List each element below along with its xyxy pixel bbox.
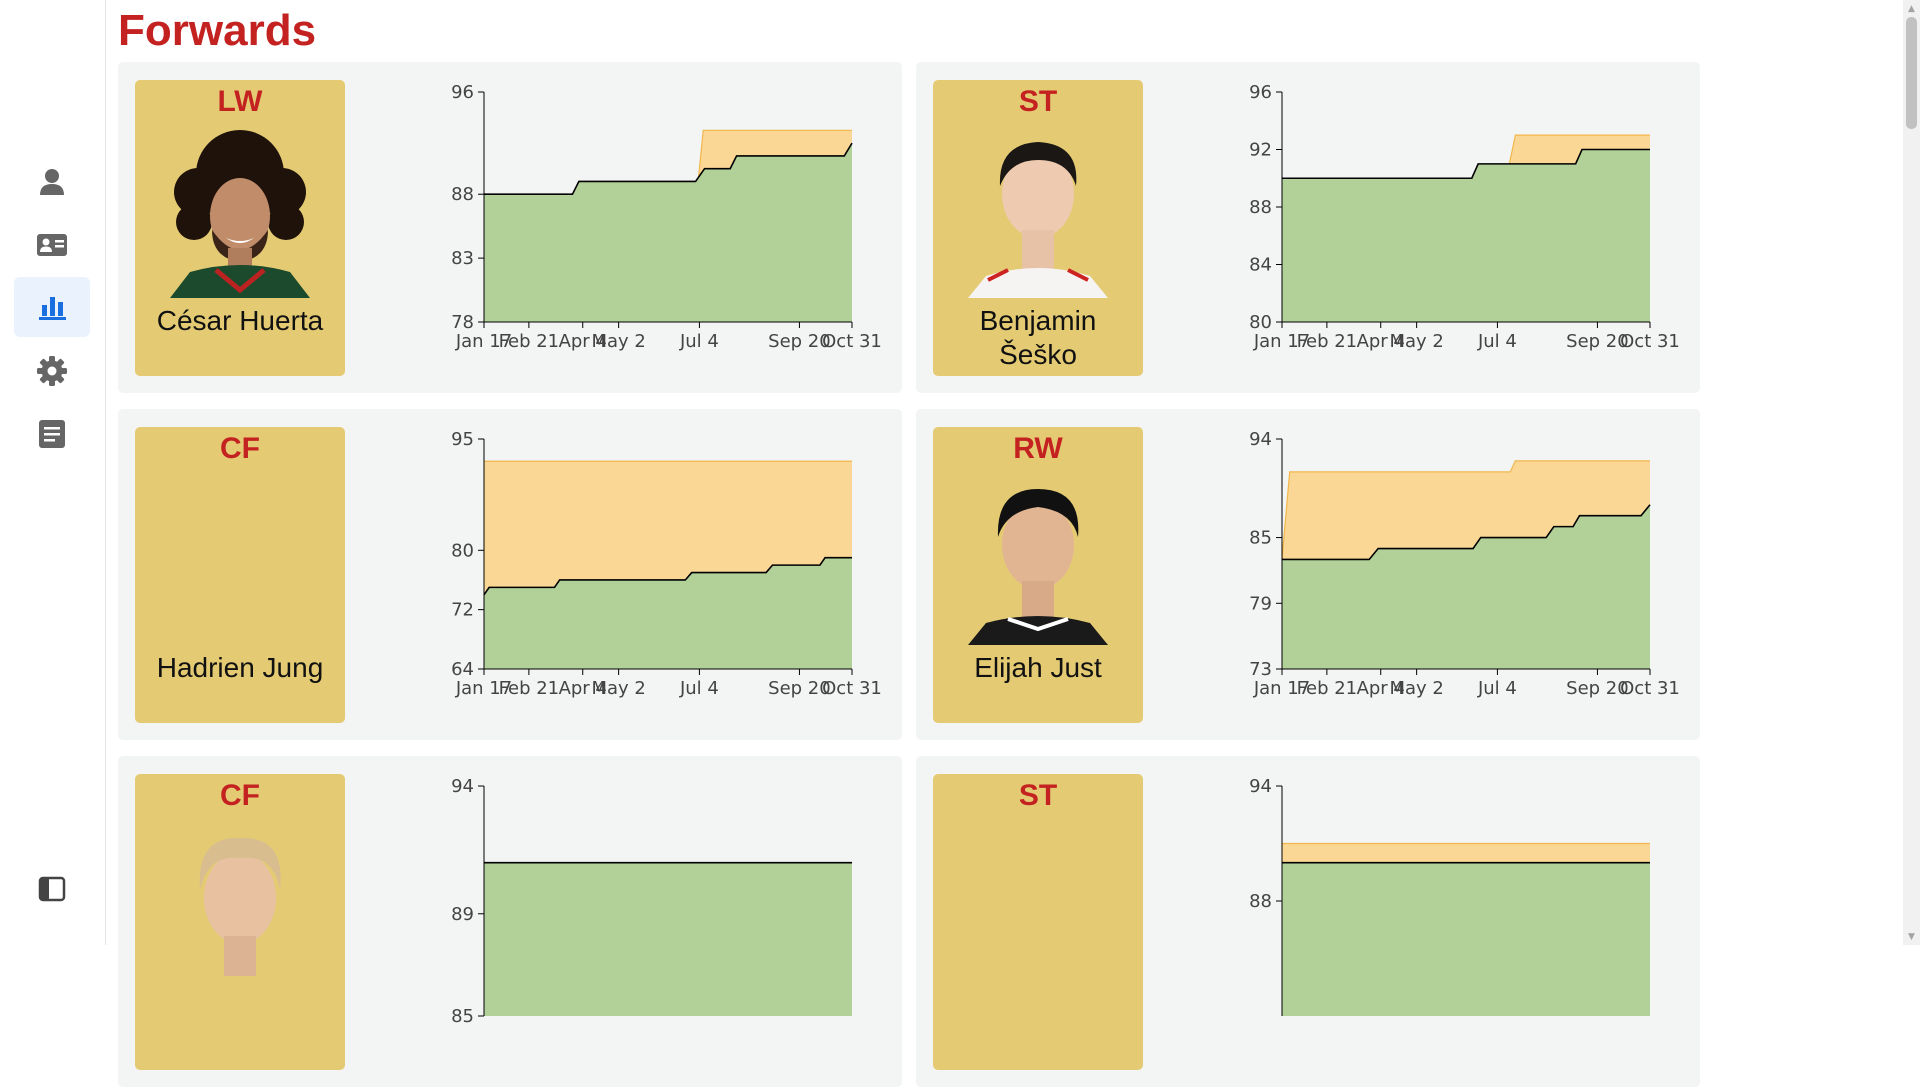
sidebar-item-charts[interactable] [14,277,90,337]
y-tick-label: 95 [451,429,474,450]
player-card[interactable]: RW Elijah Just 94 85 79 73 Jan 17 Feb 21 Apr 4 Ma… [916,409,1700,740]
x-tick-label: May 2 [1389,678,1443,699]
x-tick-label: Oct 31 [1620,331,1680,352]
y-tick-label: 80 [451,540,474,561]
y-tick-label: 94 [451,776,474,797]
x-tick-label: Feb 21 [499,678,560,699]
x-tick-label: Jul 4 [679,331,719,352]
rating-chart: 9692888480Jan 17Feb 21 Apr 4May 2 Jul 4 Sep… [1249,82,1680,352]
current-area [484,862,852,1016]
sidebar-item-settings[interactable] [14,341,90,401]
x-tick-label: May 2 [591,678,645,699]
player-card[interactable]: LW César Huerta 96 88 83 78 Jan 17 Feb 21 Apr 4M… [118,62,902,393]
rating-chart: 95807264Jan 17Feb 21 Apr 4May 2 Jul 4 Sep 2… [451,429,882,699]
y-tick-label: 94 [1249,776,1272,797]
x-tick-label: Feb 21 [499,331,560,352]
player-position: RW [1013,432,1063,465]
x-tick-label: Jul 4 [679,678,719,699]
rating-chart: 94 89 85 [451,776,852,1027]
player-name: Benjamin Šeško [979,305,1097,370]
player-position: ST [1018,85,1058,118]
scroll-thumb[interactable] [1906,17,1917,129]
y-tick-label: 92 [1249,140,1272,161]
player-info: CF [135,774,345,1070]
player-info: ST Benjamin Šeško [933,80,1143,376]
y-tick-label: 89 [451,904,474,925]
y-tick-label: 88 [1249,891,1272,912]
x-tick-label: Jul 4 [1477,678,1517,699]
sidebar-item-card[interactable] [14,215,90,275]
y-tick-label: 88 [451,184,474,205]
scroll-up-arrow-icon[interactable]: ▲ [1903,0,1920,17]
player-info: ST [933,774,1143,1070]
y-tick-label: 79 [1249,593,1272,614]
sidebar-item-reports[interactable] [14,404,90,464]
y-tick-label: 83 [451,248,474,269]
y-tick-label: 84 [1249,255,1272,276]
player-name: Hadrien Jung [156,652,324,683]
player-card[interactable]: ST Benjamin Šeško 96 92 88 84 80 Jan 17 Feb 21 Ap… [916,62,1700,393]
y-tick-label: 88 [1249,197,1272,218]
player-photo [170,824,310,992]
player-card[interactable]: CF Hadrien Jung 95 80 72 64 Jan 17 Feb 21 Apr 4M… [118,409,902,740]
x-tick-label: Oct 31 [822,678,882,699]
current-area [1282,149,1650,322]
player-position: CF [220,779,260,812]
scroll-down-arrow-icon[interactable]: ▼ [1903,928,1920,945]
x-tick-label: Oct 31 [1620,678,1680,699]
x-tick-label: May 2 [1389,331,1443,352]
x-tick-label: Jul 4 [1477,331,1517,352]
y-tick-label: 94 [1249,429,1272,450]
player-position: LW [217,85,263,118]
sidebar-item-profile[interactable] [14,152,90,212]
rating-chart: 96888378Jan 17Feb 21 Apr 4May 2 Jul 4 Sep 2… [451,82,882,352]
rating-chart: 94857973Jan 17Feb 21 Apr 4May 2 Jul 4 Sep 2… [1249,429,1680,699]
player-info: LW César Huerta [135,80,345,376]
sidebar-toggle-icon [38,876,66,902]
player-card[interactable]: CF 94 89 85 [118,756,902,1087]
y-tick-label: 80 [1249,312,1272,333]
y-tick-label: 72 [451,600,474,621]
rating-chart: 94 88 [1249,776,1650,1016]
y-tick-label: 78 [451,312,474,333]
x-tick-label: Oct 31 [822,331,882,352]
y-tick-label: 85 [1249,528,1272,549]
player-name: Elijah Just [974,652,1102,683]
x-tick-label: Feb 21 [1297,331,1358,352]
player-photo [968,477,1108,645]
person-icon [40,169,64,195]
y-tick-label: 85 [451,1006,474,1027]
x-tick-label: Feb 21 [1297,678,1358,699]
player-info: CF Hadrien Jung [135,427,345,723]
document-icon [39,420,65,448]
player-position: ST [1018,779,1058,812]
y-tick-label: 73 [1249,659,1272,680]
y-tick-label: 96 [451,82,474,103]
y-tick-label: 96 [1249,82,1272,103]
vertical-scrollbar[interactable]: ▲ ▼ [1903,0,1920,945]
current-area [484,143,852,322]
page-title: Forwards [118,6,317,55]
y-tick-label: 64 [451,659,474,680]
sidebar-toggle-button[interactable] [14,859,90,919]
player-photo [170,130,310,298]
x-tick-label: May 2 [591,331,645,352]
player-photo [968,130,1108,298]
player-info: RW Elijah Just [933,427,1143,723]
player-card[interactable]: ST 94 88 [916,756,1700,1087]
current-area [1282,862,1650,1016]
player-position: CF [220,432,260,465]
id-card-icon [37,234,67,256]
sidebar [0,0,106,945]
gear-icon [37,356,67,386]
player-name: César Huerta [156,305,324,336]
bar-chart-icon [39,297,66,320]
